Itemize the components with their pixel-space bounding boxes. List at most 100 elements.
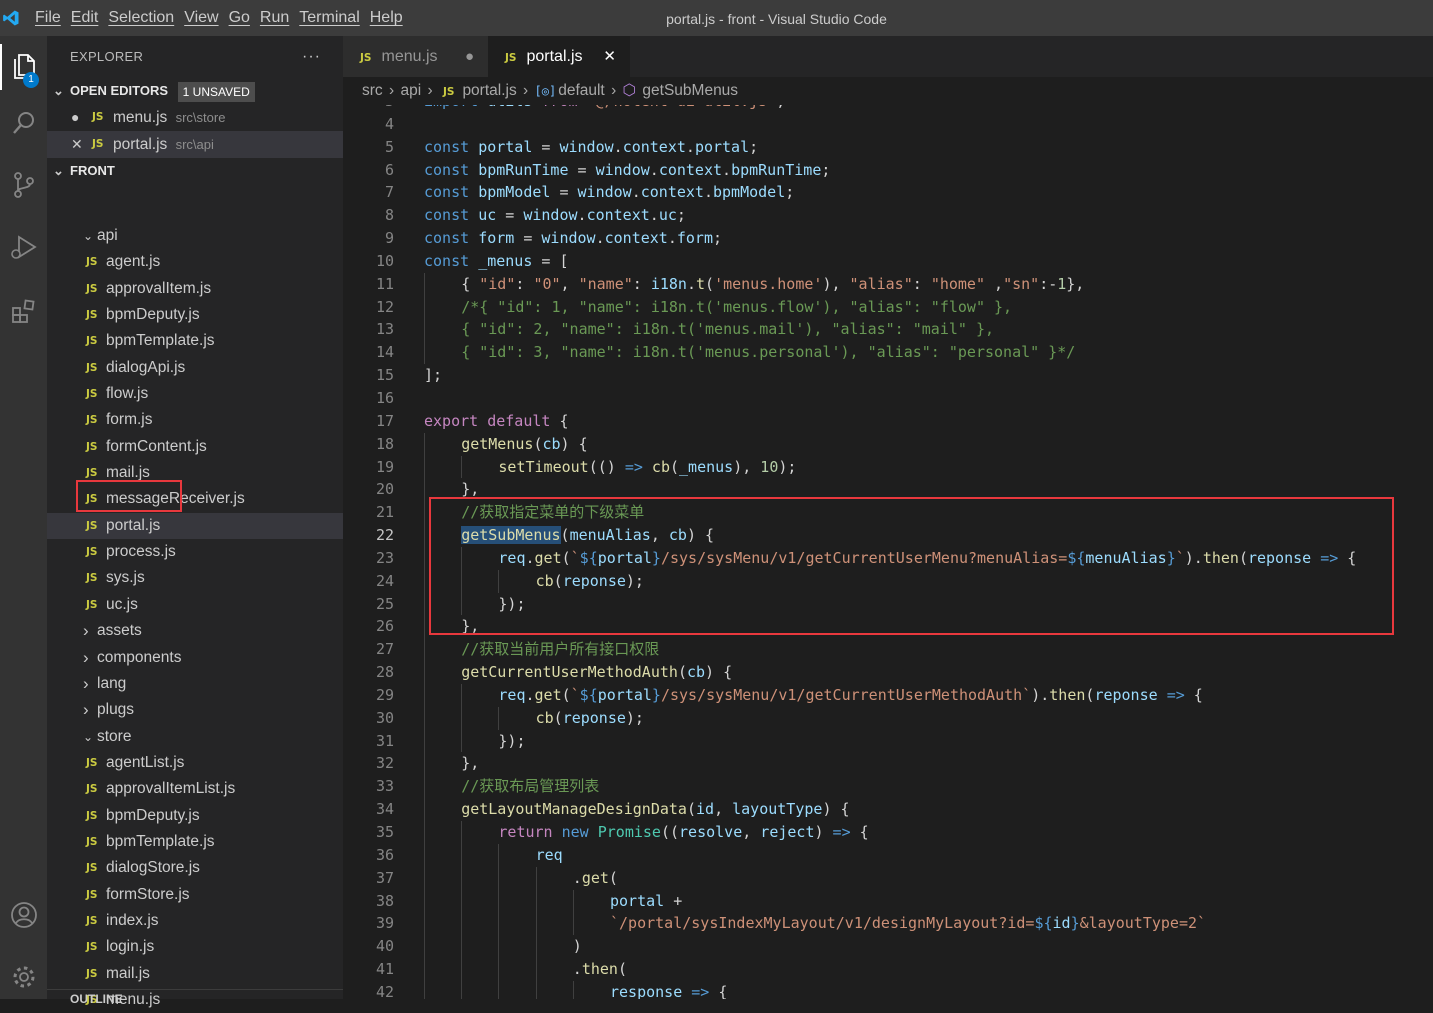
code-token: get — [581, 868, 609, 887]
tree-file[interactable]: JS formStore.js — [47, 882, 343, 908]
tree-file[interactable]: JS sys.js — [47, 565, 343, 591]
tree-file[interactable]: JS form.js — [47, 407, 343, 433]
tree-folder[interactable]: ⌄ api — [47, 223, 343, 249]
more-actions-button[interactable]: ··· — [302, 36, 321, 78]
tree-folder[interactable]: › lang — [47, 671, 343, 697]
tree-file[interactable]: JS dialogStore.js — [47, 855, 343, 881]
code-token: window — [595, 160, 650, 179]
tree-file[interactable]: JS process.js — [47, 539, 343, 565]
tree-file[interactable]: JS agent.js — [47, 249, 343, 275]
indent-guide — [424, 661, 425, 684]
menu-run[interactable]: Run — [255, 0, 294, 36]
outline-section[interactable]: OUTLINE — [47, 989, 343, 1006]
tree-file[interactable]: JS flow.js — [47, 381, 343, 407]
extensions-activity[interactable] — [0, 290, 47, 336]
code-token: . — [667, 229, 677, 248]
code-token: : — [515, 274, 534, 293]
run-debug-activity[interactable] — [0, 226, 47, 272]
line-number: 35 — [375, 823, 394, 841]
code-token: export — [424, 411, 488, 430]
manage-activity[interactable] — [0, 956, 47, 1002]
code-token: ) { — [822, 800, 850, 819]
line-number: 22 — [375, 526, 394, 545]
tree-file[interactable]: JS bpmDeputy.js — [47, 803, 343, 829]
tree-file[interactable]: JS index.js — [47, 908, 343, 934]
tree-file[interactable]: JS login.js — [47, 934, 343, 960]
tree-file[interactable]: JS mail.js — [47, 961, 343, 987]
menu-go[interactable]: Go — [224, 0, 255, 36]
js-file-icon: JS — [86, 546, 98, 559]
tree-file[interactable]: JS bpmTemplate.js — [47, 829, 343, 855]
breadcrumb-api[interactable]: api — [400, 82, 421, 99]
tree-file[interactable]: JS portal.js — [47, 512, 343, 540]
code-token: ) { — [560, 434, 588, 453]
breadcrumb-src[interactable]: src — [362, 82, 383, 99]
chevron-right-icon: › — [83, 673, 89, 693]
line-number: 17 — [375, 411, 394, 430]
code-token: const — [424, 229, 479, 248]
tree-item-label: login.js — [106, 938, 155, 956]
code-text: getMenus(cb) { — [461, 433, 587, 456]
js-file-icon: JS — [86, 756, 98, 769]
tree-file[interactable]: JS approvalItemList.js — [47, 776, 343, 802]
code-token: //获取布局管理列表 — [461, 777, 600, 796]
indent-guide — [424, 432, 425, 456]
code-token: { — [461, 274, 480, 293]
search-activity[interactable] — [0, 102, 47, 148]
line-number: 40 — [375, 937, 394, 956]
code-line: 41 .then( — [343, 958, 1433, 981]
open-editors-header[interactable]: ⌄ OPEN EDITORS 1 UNSAVED — [47, 78, 343, 104]
indent-guide — [461, 729, 463, 753]
code-token: _menus — [478, 251, 533, 270]
tree-file[interactable]: JS formContent.js — [47, 434, 343, 460]
code-token: = [ — [532, 251, 569, 270]
code-token: /*{ "id": 1, "name": i18n.t('menus.flow'… — [461, 297, 1013, 316]
tab-portal-js[interactable]: JS portal.js ✕ — [488, 36, 630, 77]
tree-file[interactable]: JS agentList.js — [47, 750, 343, 776]
tree-file[interactable]: JS bpmTemplate.js — [47, 328, 343, 354]
tab-menu-js[interactable]: JS menu.js ● — [343, 36, 488, 77]
account-activity[interactable] — [0, 894, 47, 940]
unsaved-dot-icon[interactable]: ● — [71, 104, 79, 131]
code-line: 38 portal + — [343, 889, 1433, 913]
tree-folder[interactable]: › assets — [47, 618, 343, 644]
indent-guide — [461, 706, 463, 730]
breadcrumb-file[interactable]: portal.js — [462, 82, 516, 99]
breadcrumb-default[interactable]: default — [558, 82, 605, 99]
code-token: return — [498, 823, 562, 841]
breadcrumb-symbol[interactable]: getSubMenus — [642, 82, 738, 99]
tree-folder[interactable]: ⌄ store — [47, 724, 343, 750]
line-number: 34 — [375, 800, 394, 819]
code-line: 35 return new Promise((resolve, reject) =… — [343, 821, 1433, 844]
menu-edit[interactable]: Edit — [66, 0, 104, 36]
menu-selection[interactable]: Selection — [103, 0, 179, 36]
code-token: context — [640, 183, 704, 202]
indent-guide — [572, 980, 574, 999]
code-line: 5 const portal = window.context.portal; — [343, 136, 1433, 159]
unsaved-dot-icon[interactable]: ● — [465, 36, 474, 77]
explorer-activity[interactable]: 1 — [0, 44, 47, 90]
menu-help[interactable]: Help — [365, 0, 408, 36]
code-token: const — [424, 137, 479, 156]
tree-file[interactable]: JS dialogApi.js — [47, 355, 343, 381]
tree-item-label: uc.js — [106, 595, 138, 613]
tree-folder[interactable]: › components — [47, 645, 343, 671]
menu-view[interactable]: View — [179, 0, 223, 36]
tree-file[interactable]: JS uc.js — [47, 592, 343, 618]
folder-header[interactable]: ⌄ FRONT — [47, 158, 343, 184]
indent-guide — [424, 752, 425, 776]
tree-file[interactable]: JS bpmDeputy.js — [47, 302, 343, 328]
line-number: 14 — [375, 343, 394, 362]
close-icon[interactable]: ✕ — [71, 131, 83, 158]
menu-file[interactable]: File — [30, 0, 66, 36]
code-line: 15]; — [343, 364, 1433, 387]
close-icon[interactable]: ✕ — [603, 36, 616, 77]
source-control-activity[interactable] — [0, 164, 47, 210]
open-editor-item[interactable]: ✕ JS portal.js src\api — [47, 131, 343, 158]
menu-terminal[interactable]: Terminal — [294, 0, 364, 36]
code-text: setTimeout(() => cb(_menus), 10); — [498, 456, 796, 479]
tree-file[interactable]: JS approvalItem.js — [47, 276, 343, 302]
open-editor-item[interactable]: ● JS menu.js src\store — [47, 104, 343, 131]
code-token: response — [610, 982, 683, 999]
tree-folder[interactable]: › plugs — [47, 697, 343, 723]
